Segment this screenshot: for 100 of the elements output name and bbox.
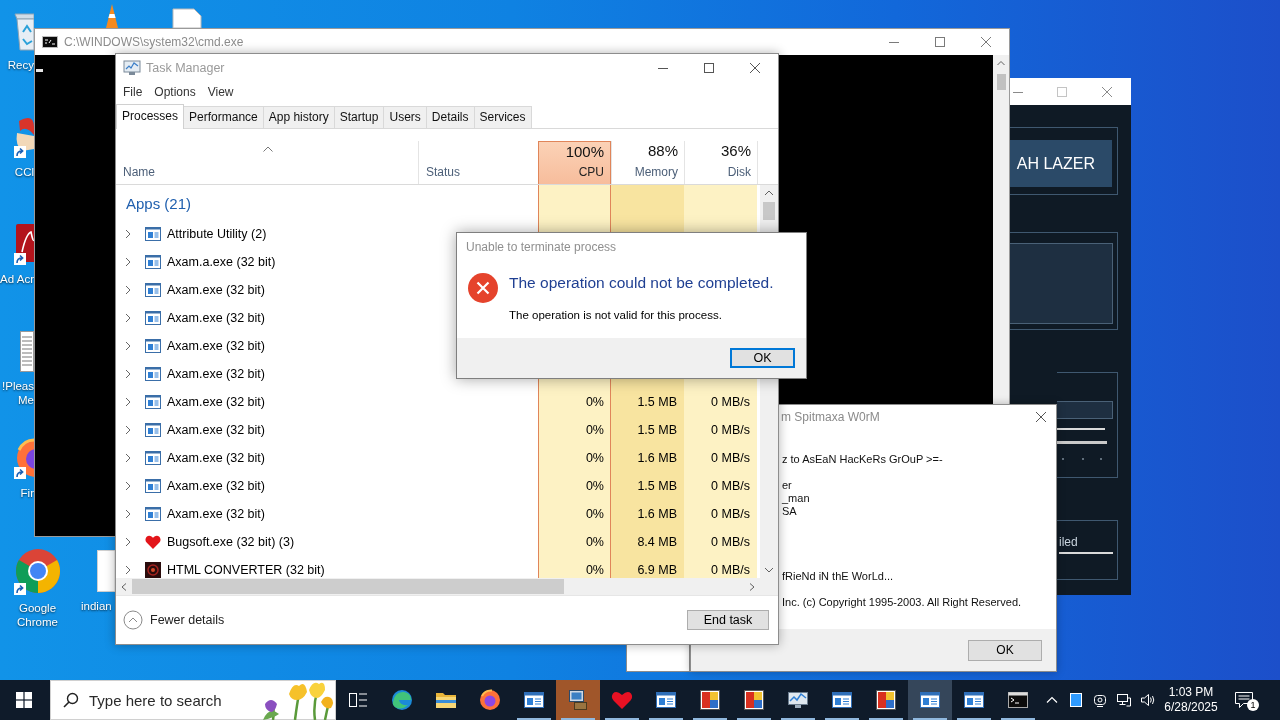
search-field[interactable]: Type here to search [89, 691, 249, 709]
tiles-icon[interactable] [698, 688, 722, 712]
tab[interactable]: Startup [333, 106, 385, 128]
app-window-icon [145, 422, 161, 438]
heart-icon [145, 534, 161, 550]
expand-chevron-icon[interactable] [125, 509, 131, 519]
expand-chevron-icon[interactable] [125, 313, 131, 323]
message-text: er [782, 479, 792, 492]
process-name: Axam.exe (32 bit) [167, 507, 265, 521]
window-title: C:\WINDOWS\system32\cmd.exe [64, 35, 244, 49]
table-cell: 1.5 MB [637, 395, 677, 409]
message-text: Inc. (c) Copyright 1995-2003. All Right Reserved. [782, 596, 1022, 609]
ok-button[interactable]: OK [968, 639, 1042, 661]
traffic-cone-icon[interactable] [103, 3, 121, 28]
taskbar-button[interactable] [908, 680, 952, 720]
column-header[interactable]: Name [116, 141, 418, 184]
clock-time[interactable]: 1:03 PM [1168, 685, 1214, 700]
fewer-details-link[interactable]: Fewer details [123, 610, 225, 630]
taskbar-button[interactable] [556, 680, 600, 720]
tab[interactable]: Services [473, 106, 532, 128]
browser-icon[interactable] [390, 688, 414, 712]
expand-chevron-icon[interactable] [125, 425, 131, 435]
expand-chevron-icon[interactable] [125, 397, 131, 407]
menu-item[interactable]: View [201, 83, 240, 101]
table-cell: 0 MB/s [711, 423, 750, 437]
notification-count: 1 [1247, 699, 1259, 711]
maximize-icon[interactable] [704, 62, 714, 73]
process-name: Axam.a.exe (32 bit) [167, 255, 276, 269]
expand-chevron-icon[interactable] [125, 481, 131, 491]
expand-chevron-icon[interactable] [125, 537, 131, 547]
process-name: Axam.exe (32 bit) [167, 311, 265, 325]
process-name: Axam.exe (32 bit) [167, 479, 265, 493]
pdf-icon[interactable] [14, 222, 34, 266]
clock-date[interactable]: 6/28/2025 [1164, 700, 1218, 715]
column-header[interactable]: 88% Memory [611, 141, 684, 184]
tab[interactable]: Details [425, 106, 475, 128]
start-icon[interactable] [16, 692, 32, 708]
globe-icon[interactable] [478, 688, 502, 712]
process-name: Bugsoft.exe (32 bit) (3) [167, 535, 295, 549]
scrollbar[interactable] [116, 578, 760, 595]
maximize-icon[interactable] [935, 37, 945, 47]
app-window-icon [145, 366, 161, 382]
group-heading: Apps (21) [126, 194, 192, 213]
volume-icon[interactable] [1140, 692, 1156, 708]
search-bar[interactable]: Type here to search [50, 680, 336, 720]
column-header[interactable]: 100% CPU [538, 141, 611, 184]
scrollbar-thumb[interactable] [763, 202, 775, 220]
message-text: z to AsEaN HacKeRs GrOuP >=- [782, 453, 943, 466]
tab[interactable]: Users [383, 106, 427, 128]
scrollbar-thumb[interactable] [996, 74, 1006, 90]
close-icon[interactable] [750, 62, 760, 73]
document-icon[interactable] [20, 329, 34, 373]
expand-chevron-icon[interactable] [125, 565, 131, 575]
chevron-up-circle-icon [123, 610, 143, 630]
close-icon[interactable] [1102, 86, 1112, 97]
search-icon [63, 692, 79, 708]
brush-icon[interactable] [14, 115, 34, 159]
ok-button[interactable]: OK [730, 348, 795, 368]
lazer-button[interactable]: AH LAZER [1010, 140, 1112, 187]
close-icon[interactable] [981, 37, 991, 47]
menu-item[interactable]: Options [148, 83, 202, 101]
usage-percent: 36% [720, 142, 751, 160]
table-cell: 1.6 MB [637, 451, 677, 465]
tab[interactable]: Performance [183, 106, 264, 128]
expand-chevron-icon[interactable] [125, 453, 131, 463]
expand-chevron-icon[interactable] [125, 285, 131, 295]
error-heading: The operation could not be completed. [509, 273, 774, 293]
column-header[interactable]: 36% Disk [684, 141, 757, 184]
table-cell: 1.6 MB [637, 507, 677, 521]
tiles-icon[interactable] [874, 688, 898, 712]
scrollbar-thumb[interactable] [132, 579, 564, 594]
notifications-icon[interactable] [1234, 690, 1254, 710]
tab[interactable]: Processes [116, 104, 185, 129]
tiles-icon[interactable] [742, 688, 766, 712]
expand-chevron-icon[interactable] [125, 257, 131, 267]
text-cursor [36, 69, 43, 72]
chrome-icon[interactable] [13, 547, 62, 595]
table-cell: 0 MB/s [711, 507, 750, 521]
table-cell: 0% [585, 423, 604, 437]
error-message: The operation is not valid for this process. [509, 308, 723, 323]
table-cell: 0% [585, 395, 604, 409]
menu-item[interactable]: File [117, 83, 149, 101]
dialog-title: Unable to terminate process [465, 239, 618, 256]
expand-chevron-icon[interactable] [125, 229, 131, 239]
tab[interactable]: App history [262, 106, 335, 128]
expand-chevron-icon[interactable] [125, 341, 131, 351]
table-cell: 0 MB/s [711, 535, 750, 549]
window-title: Task Manager [146, 60, 225, 75]
process-name: HTML CONVERTER (32 bit) [167, 563, 325, 577]
network-icon[interactable] [1116, 692, 1132, 708]
process-name: Axam.exe (32 bit) [167, 283, 265, 297]
input-field[interactable] [1057, 401, 1113, 419]
close-icon[interactable] [1036, 411, 1046, 422]
computer-icon[interactable] [566, 688, 590, 712]
process-name: Axam.exe (32 bit) [167, 451, 265, 465]
end-task-button[interactable]: End task [687, 610, 769, 630]
expand-chevron-icon[interactable] [125, 369, 131, 379]
device-icon[interactable] [1092, 692, 1108, 708]
table-cell: 0% [585, 507, 604, 521]
square-icon[interactable] [1068, 692, 1084, 708]
